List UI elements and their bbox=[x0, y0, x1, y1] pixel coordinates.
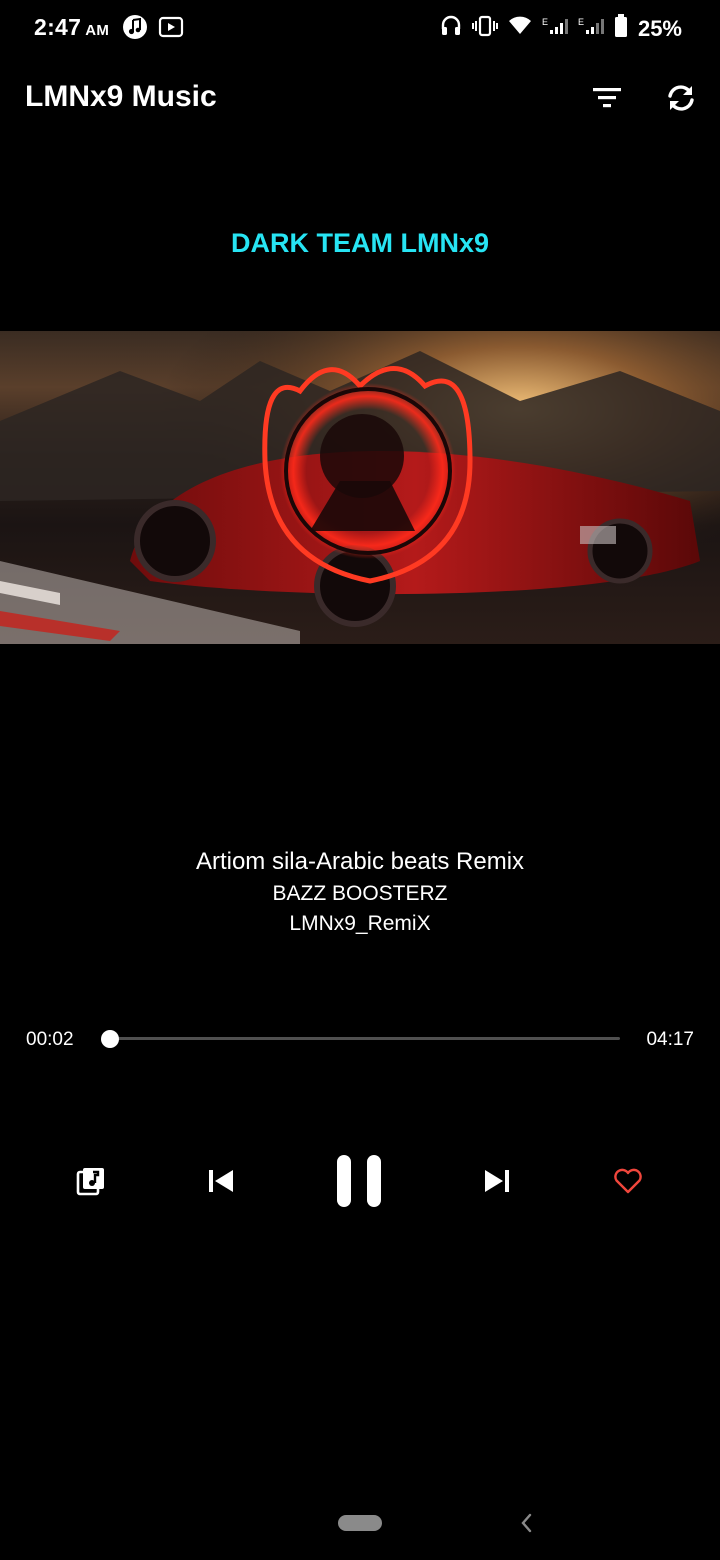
pause-icon bbox=[335, 1153, 383, 1214]
home-pill[interactable] bbox=[338, 1515, 382, 1531]
track-artist: BAZZ BOOSTERZ bbox=[272, 882, 448, 905]
playlist-button[interactable] bbox=[56, 1150, 126, 1216]
status-time-value: 2:47 bbox=[34, 14, 82, 40]
total-duration: 04:17 bbox=[646, 1029, 694, 1050]
signal-e-icon: E bbox=[578, 16, 604, 41]
svg-text:E: E bbox=[578, 17, 584, 27]
sync-icon[interactable] bbox=[660, 78, 702, 118]
status-time-ampm: AM bbox=[85, 22, 110, 39]
filter-icon[interactable] bbox=[586, 78, 628, 118]
favorite-button[interactable] bbox=[593, 1150, 663, 1216]
status-right-icons: E E 25% bbox=[440, 14, 682, 43]
music-note-icon bbox=[122, 14, 148, 45]
heart-icon bbox=[613, 1168, 643, 1199]
app-title: LMNx9 Music bbox=[25, 80, 217, 113]
seek-thumb[interactable] bbox=[101, 1030, 120, 1048]
svg-text:E: E bbox=[542, 17, 548, 27]
status-time: 2:47 AM bbox=[34, 14, 109, 41]
signal-e-icon: E bbox=[542, 16, 568, 41]
team-banner: DARK TEAM LMNx9 bbox=[230, 228, 489, 258]
previous-button[interactable] bbox=[186, 1150, 256, 1216]
album-art bbox=[0, 331, 720, 644]
status-bar: 2:47 AM E E 25% bbox=[0, 0, 720, 56]
battery-icon bbox=[614, 14, 628, 43]
status-left-icons bbox=[122, 14, 184, 45]
track-album: LMNx9_RemiX bbox=[289, 912, 431, 935]
next-icon bbox=[483, 1168, 511, 1199]
back-chevron-icon[interactable] bbox=[512, 1508, 542, 1538]
vibrate-icon bbox=[471, 15, 498, 42]
playlist-icon bbox=[76, 1166, 106, 1201]
previous-icon bbox=[207, 1168, 235, 1199]
elapsed-time: 00:02 bbox=[26, 1029, 74, 1050]
youtube-icon bbox=[158, 14, 184, 45]
pause-button[interactable] bbox=[322, 1148, 396, 1218]
battery-percent: 25% bbox=[637, 15, 682, 41]
seek-bar[interactable] bbox=[106, 1037, 620, 1040]
track-title: Artiom sila-Arabic beats Remix bbox=[195, 848, 525, 875]
next-button[interactable] bbox=[462, 1150, 532, 1216]
headphones-icon bbox=[440, 14, 462, 43]
wifi-icon bbox=[508, 16, 532, 41]
